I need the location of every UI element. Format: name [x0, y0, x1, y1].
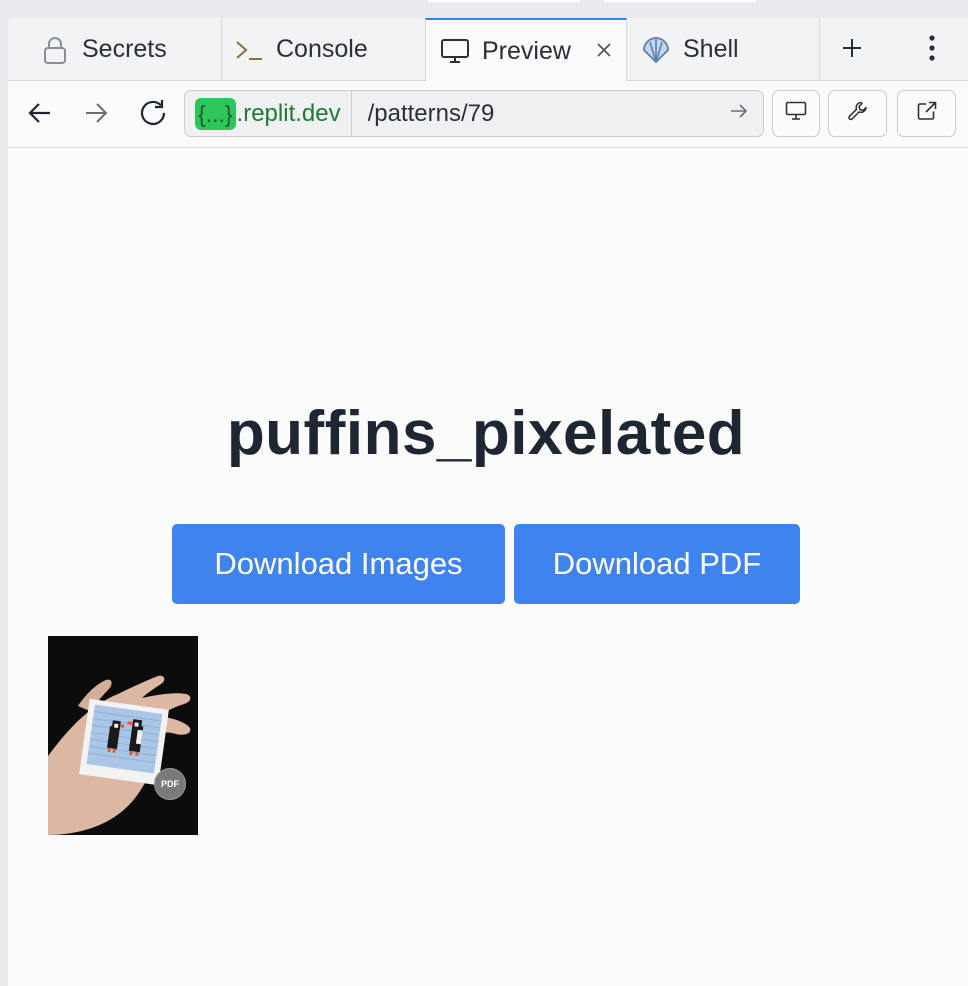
- top-strip: [0, 0, 968, 18]
- monitor-icon: [785, 101, 807, 126]
- preview-window: Secrets Console Preview Shell {...} .rep…: [8, 18, 968, 986]
- page-title: puffins_pixelated: [226, 399, 746, 468]
- back-button[interactable]: [22, 97, 58, 133]
- tab-shell[interactable]: Shell: [627, 18, 820, 81]
- device-preview-button[interactable]: [772, 90, 820, 137]
- plus-icon: [841, 37, 863, 64]
- tab-bar: Secrets Console Preview Shell: [8, 18, 968, 82]
- arrow-right-icon: [730, 103, 748, 124]
- domain-badge: {...}: [195, 97, 236, 130]
- close-icon[interactable]: [592, 38, 616, 62]
- go-button[interactable]: [721, 96, 757, 132]
- arrow-right-icon: [84, 102, 108, 129]
- external-link-icon: [916, 100, 938, 127]
- reload-icon: [138, 98, 168, 133]
- devtools-button[interactable]: [828, 90, 887, 137]
- tab-label: Shell: [683, 35, 739, 63]
- wrench-icon: [847, 100, 869, 127]
- monitor-icon: [440, 36, 470, 66]
- strip-handle: [428, 0, 580, 2]
- add-tab-button[interactable]: [834, 32, 870, 68]
- open-new-tab-button[interactable]: [897, 90, 956, 137]
- forward-button[interactable]: [78, 97, 114, 133]
- shell-icon: [641, 35, 671, 65]
- domain-suffix: .replit.dev: [236, 99, 341, 127]
- strip-handle: [604, 0, 756, 2]
- hand-holding-card-image: [48, 636, 198, 835]
- arrow-left-icon: [28, 102, 52, 129]
- url-bar: {...} .replit.dev: [8, 81, 968, 148]
- tab-label: Secrets: [82, 35, 167, 63]
- pattern-thumbnail[interactable]: PDF: [48, 636, 198, 835]
- terminal-icon: [234, 35, 264, 65]
- download-images-button[interactable]: Download Images: [172, 524, 505, 604]
- preview-page: puffins_pixelated Download Images Downlo…: [8, 148, 968, 986]
- path-input[interactable]: [351, 91, 721, 136]
- tab-console[interactable]: Console: [222, 18, 426, 81]
- domain-display: {...} .replit.dev: [185, 91, 352, 136]
- tab-label: Console: [276, 35, 368, 63]
- lock-icon: [40, 35, 70, 65]
- download-pdf-button[interactable]: Download PDF: [514, 524, 800, 604]
- tab-preview[interactable]: Preview: [425, 18, 627, 82]
- tab-secrets[interactable]: Secrets: [8, 18, 222, 81]
- more-vertical-icon: [928, 34, 936, 66]
- pdf-badge: PDF: [154, 768, 186, 800]
- reload-button[interactable]: [135, 97, 171, 133]
- tab-label: Preview: [482, 36, 571, 65]
- address-bar[interactable]: {...} .replit.dev: [184, 90, 764, 137]
- tab-menu-button[interactable]: [914, 32, 950, 68]
